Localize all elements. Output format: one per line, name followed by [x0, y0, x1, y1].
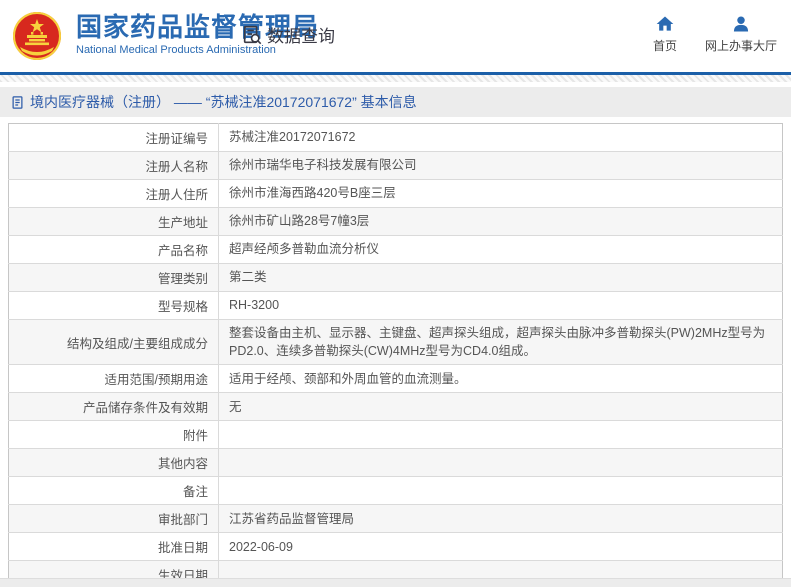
row-value	[219, 477, 783, 505]
row-value-text: 无	[229, 400, 242, 414]
row-value: 2022-06-09	[219, 533, 783, 561]
row-label: 注册人名称	[9, 152, 219, 180]
row-label-text: 注册证编号	[145, 132, 208, 146]
table-row: 审批部门 江苏省药品监督管理局	[9, 505, 783, 533]
row-value: 超声经颅多普勒血流分析仪	[219, 236, 783, 264]
table-row: 注册证编号 苏械注准20172071672	[9, 124, 783, 152]
row-value-text: 2022-06-09	[229, 540, 293, 554]
row-label-text: 型号规格	[158, 300, 208, 314]
hatched-strip	[0, 75, 791, 82]
page-header: 国家药品监督管理局 National Medical Products Admi…	[0, 0, 791, 72]
breadcrumb-text: 境内医疗器械（注册） —— “苏械注准20172071672” 基本信息	[30, 92, 417, 112]
row-label: 其他内容	[9, 449, 219, 477]
row-label-text: 批准日期	[158, 541, 208, 555]
row-value	[219, 421, 783, 449]
row-label-text: 适用范围/预期用途	[105, 373, 208, 387]
row-value-text: 徐州市瑞华电子科技发展有限公司	[229, 158, 417, 172]
row-value-text: 苏械注准20172071672	[229, 130, 355, 144]
row-value: RH-3200	[219, 292, 783, 320]
table-row: 备注	[9, 477, 783, 505]
row-value-text: RH-3200	[229, 298, 279, 312]
row-label: 附件	[9, 421, 219, 449]
row-label: 结构及组成/主要组成成分	[9, 320, 219, 365]
top-nav: 首页 网上办事大厅	[653, 14, 777, 54]
data-query-icon	[241, 24, 263, 46]
row-value-text: 徐州市淮海西路420号B座三层	[229, 186, 396, 200]
row-value: 适用于经颅、颈部和外周血管的血流测量。	[219, 365, 783, 393]
row-label: 产品储存条件及有效期	[9, 393, 219, 421]
national-emblem-logo	[12, 11, 62, 61]
table-row: 产品储存条件及有效期 无	[9, 393, 783, 421]
table-row: 适用范围/预期用途 适用于经颅、颈部和外周血管的血流测量。	[9, 365, 783, 393]
registration-info-table: 注册证编号 苏械注准20172071672 注册人名称 徐州市瑞华电子科技发展有限公司…	[8, 123, 783, 587]
row-label-text: 生产地址	[158, 216, 208, 230]
row-value: 无	[219, 393, 783, 421]
row-label-text: 管理类别	[158, 272, 208, 286]
row-value-text: 第二类	[229, 270, 267, 284]
data-query-button[interactable]: 数据查询	[241, 22, 335, 47]
row-label: 管理类别	[9, 264, 219, 292]
row-label: 注册人住所	[9, 180, 219, 208]
row-value-text: 整套设备由主机、显示器、主键盘、超声探头组成，超声探头由脉冲多普勒探头(PW)2…	[229, 326, 765, 358]
row-value: 第二类	[219, 264, 783, 292]
row-label: 批准日期	[9, 533, 219, 561]
table-row: 产品名称 超声经颅多普勒血流分析仪	[9, 236, 783, 264]
row-label: 产品名称	[9, 236, 219, 264]
table-row: 管理类别 第二类	[9, 264, 783, 292]
row-label-text: 注册人住所	[145, 188, 208, 202]
row-label-text: 附件	[183, 429, 208, 443]
row-label: 审批部门	[9, 505, 219, 533]
row-label-text: 备注	[183, 485, 208, 499]
home-icon	[655, 14, 675, 34]
data-query-label: 数据查询	[267, 22, 335, 47]
row-label: 备注	[9, 477, 219, 505]
row-value-text: 适用于经颅、颈部和外周血管的血流测量。	[229, 372, 467, 386]
row-value	[219, 449, 783, 477]
row-label: 注册证编号	[9, 124, 219, 152]
table-row: 型号规格 RH-3200	[9, 292, 783, 320]
breadcrumb: 境内医疗器械（注册） —— “苏械注准20172071672” 基本信息	[0, 87, 791, 117]
table-row: 其他内容	[9, 449, 783, 477]
person-icon	[731, 14, 751, 34]
row-label: 型号规格	[9, 292, 219, 320]
nav-home-label: 首页	[653, 37, 677, 54]
row-value: 徐州市淮海西路420号B座三层	[219, 180, 783, 208]
row-label-text: 审批部门	[158, 513, 208, 527]
row-value-text: 徐州市矿山路28号7幢3层	[229, 214, 369, 228]
row-value: 徐州市矿山路28号7幢3层	[219, 208, 783, 236]
row-value-text: 超声经颅多普勒血流分析仪	[229, 242, 379, 256]
table-row: 注册人住所 徐州市淮海西路420号B座三层	[9, 180, 783, 208]
row-label: 适用范围/预期用途	[9, 365, 219, 393]
registration-info-table-wrap: 注册证编号 苏械注准20172071672 注册人名称 徐州市瑞华电子科技发展有限公司…	[8, 123, 783, 587]
row-label: 生产地址	[9, 208, 219, 236]
table-row: 注册人名称 徐州市瑞华电子科技发展有限公司	[9, 152, 783, 180]
row-label-text: 产品储存条件及有效期	[83, 401, 208, 415]
row-label-text: 产品名称	[158, 244, 208, 258]
nav-home[interactable]: 首页	[653, 14, 677, 54]
document-icon	[10, 95, 25, 110]
nav-online-hall-label: 网上办事大厅	[705, 37, 777, 54]
nav-online-hall[interactable]: 网上办事大厅	[705, 14, 777, 54]
table-row: 附件	[9, 421, 783, 449]
row-value: 苏械注准20172071672	[219, 124, 783, 152]
row-label-text: 结构及组成/主要组成成分	[67, 337, 208, 351]
row-label-text: 注册人名称	[145, 160, 208, 174]
row-value-text: 江苏省药品监督管理局	[229, 512, 354, 526]
row-label-text: 其他内容	[158, 457, 208, 471]
table-row: 批准日期 2022-06-09	[9, 533, 783, 561]
table-row: 生产地址 徐州市矿山路28号7幢3层	[9, 208, 783, 236]
table-row: 结构及组成/主要组成成分 整套设备由主机、显示器、主键盘、超声探头组成，超声探头由…	[9, 320, 783, 365]
row-value: 江苏省药品监督管理局	[219, 505, 783, 533]
row-value: 徐州市瑞华电子科技发展有限公司	[219, 152, 783, 180]
row-value: 整套设备由主机、显示器、主键盘、超声探头组成，超声探头由脉冲多普勒探头(PW)2…	[219, 320, 783, 365]
footer-strip	[0, 578, 791, 587]
